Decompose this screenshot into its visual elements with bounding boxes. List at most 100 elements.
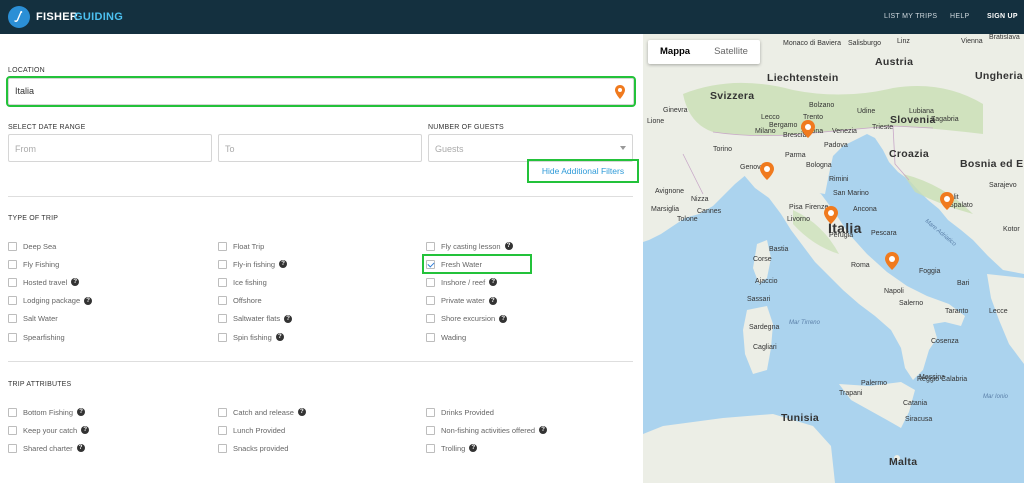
filter-option-salt-water[interactable]: Salt Water [8, 313, 58, 325]
checkbox[interactable] [8, 332, 17, 342]
filter-option-lodging-package[interactable]: Lodging package? [8, 295, 93, 307]
filter-option-shore-excursion[interactable]: Shore excursion? [426, 313, 508, 325]
checkbox[interactable] [218, 314, 227, 324]
checkbox[interactable] [218, 277, 227, 287]
date-from-input[interactable]: From [8, 134, 212, 162]
map-pin-icon[interactable] [801, 120, 815, 138]
filter-option-deep-sea[interactable]: Deep Sea [8, 240, 56, 252]
checkbox[interactable] [218, 425, 227, 435]
filter-option-catch-and-release[interactable]: Catch and release? [218, 406, 306, 418]
map-city-label: Sassari [747, 296, 771, 303]
filter-option-spearfishing[interactable]: Spearfishing [8, 331, 65, 343]
filter-option-hosted-travel[interactable]: Hosted travel? [8, 276, 80, 288]
map-city-label: Sarajevo [989, 182, 1017, 189]
filter-option-shared-charter[interactable]: Shared charter? [8, 442, 85, 454]
filter-option-private-water[interactable]: Private water? [426, 295, 497, 307]
checkbox[interactable] [426, 443, 435, 453]
checkbox[interactable] [218, 241, 227, 251]
filter-option-trolling[interactable]: Trolling? [426, 442, 478, 454]
filter-option-offshore[interactable]: Offshore [218, 295, 262, 307]
help-icon[interactable]: ? [284, 314, 293, 323]
checkbox[interactable] [218, 259, 227, 269]
checkbox[interactable] [218, 443, 227, 453]
filter-option-float-trip[interactable]: Float Trip [218, 240, 264, 252]
filter-option-wading[interactable]: Wading [426, 331, 466, 343]
location-label: LOCATION [8, 67, 45, 74]
filter-option-keep-your-catch[interactable]: Keep your catch? [8, 424, 90, 436]
checkbox[interactable] [8, 407, 17, 417]
filter-option-saltwater-flats[interactable]: Saltwater flats? [218, 313, 293, 325]
checkbox[interactable] [218, 407, 227, 417]
help-icon[interactable]: ? [539, 426, 548, 435]
help-icon[interactable]: ? [71, 278, 80, 287]
filter-option-label: Catch and release [233, 407, 294, 417]
filter-option-drinks-provided[interactable]: Drinks Provided [426, 406, 494, 418]
checkbox[interactable] [8, 241, 17, 251]
filter-option-fly-casting-lesson[interactable]: Fly casting lesson? [426, 240, 513, 252]
checkbox[interactable] [8, 259, 17, 269]
map-city-label: Vienna [961, 38, 983, 45]
checkbox[interactable] [426, 314, 435, 324]
help-icon[interactable]: ? [489, 278, 498, 287]
checkbox[interactable] [8, 425, 17, 435]
filter-option-snacks-provided[interactable]: Snacks provided [218, 442, 288, 454]
results-map[interactable]: Mappa Satellite Svizzera Austria Slovenia C… [643, 34, 1024, 483]
help-icon[interactable]: ? [499, 314, 508, 323]
map-city-label: Linz [897, 38, 910, 45]
help-icon[interactable]: ? [77, 408, 86, 416]
hide-additional-filters-link[interactable]: Hide Additional Filters [527, 159, 639, 183]
filter-option-spin-fishing[interactable]: Spin fishing? [218, 331, 284, 343]
map-type-map-button[interactable]: Mappa [648, 40, 702, 64]
map-pin-icon[interactable] [885, 252, 899, 270]
help-icon[interactable]: ? [81, 426, 90, 435]
map-city-label: Catania [903, 400, 928, 407]
map-city-label: Livorno [787, 216, 810, 223]
date-to-input[interactable]: To [218, 134, 422, 162]
checkbox[interactable] [426, 425, 435, 435]
filter-option-label: Non-fishing activities offered [441, 425, 536, 435]
brand-name-fisher: FISHER [36, 11, 79, 23]
checkbox[interactable] [426, 296, 435, 306]
help-icon[interactable]: ? [488, 296, 497, 305]
checkbox[interactable] [218, 332, 227, 342]
checkbox[interactable] [426, 241, 435, 251]
checkbox[interactable] [8, 296, 17, 306]
help-icon[interactable]: ? [76, 444, 85, 453]
nav-sign-up[interactable]: SIGN UP [987, 13, 1018, 20]
checkbox[interactable] [8, 443, 17, 453]
nav-help[interactable]: HELP [950, 13, 970, 20]
help-icon[interactable]: ? [297, 408, 306, 416]
fish-hook-icon [14, 11, 23, 22]
fisher-guiding-logo[interactable] [8, 6, 30, 28]
filter-option-fly-fishing[interactable]: Fly Fishing [8, 258, 59, 270]
filter-option-label: Float Trip [233, 241, 265, 251]
checkbox[interactable] [8, 277, 17, 287]
filter-option-inshore-reef[interactable]: Inshore / reef? [426, 276, 498, 288]
filter-option-ice-fishing[interactable]: Ice fishing [218, 276, 267, 288]
guests-select[interactable]: Guests [428, 134, 633, 162]
filter-option-lunch-provided[interactable]: Lunch Provided [218, 424, 285, 436]
checkbox-checked[interactable] [426, 259, 435, 269]
help-icon[interactable]: ? [279, 260, 288, 269]
location-input[interactable]: Italia [6, 76, 636, 107]
checkbox[interactable] [8, 314, 17, 324]
filter-option-fresh-water[interactable]: Fresh Water [422, 254, 532, 275]
checkbox[interactable] [426, 332, 435, 342]
map-pin-icon[interactable] [940, 192, 954, 210]
location-value: Italia [15, 86, 35, 96]
help-icon[interactable]: ? [84, 296, 93, 305]
filter-option-bottom-fishing[interactable]: Bottom Fishing? [8, 406, 86, 418]
help-icon[interactable]: ? [504, 242, 513, 250]
map-country-label: Ungheria [975, 70, 1023, 82]
nav-list-my-trips[interactable]: LIST MY TRIPS [884, 13, 937, 20]
filter-option-non-fishing-activities-offered[interactable]: Non-fishing activities offered? [426, 424, 548, 436]
checkbox[interactable] [218, 296, 227, 306]
help-icon[interactable]: ? [469, 444, 478, 453]
filter-option-fly-in-fishing[interactable]: Fly-in fishing? [218, 258, 288, 270]
help-icon[interactable]: ? [275, 333, 284, 341]
map-pin-icon[interactable] [760, 162, 774, 180]
checkbox[interactable] [426, 277, 435, 287]
map-pin-icon[interactable] [824, 206, 838, 224]
map-type-satellite-button[interactable]: Satellite [702, 40, 760, 64]
checkbox[interactable] [426, 407, 435, 417]
